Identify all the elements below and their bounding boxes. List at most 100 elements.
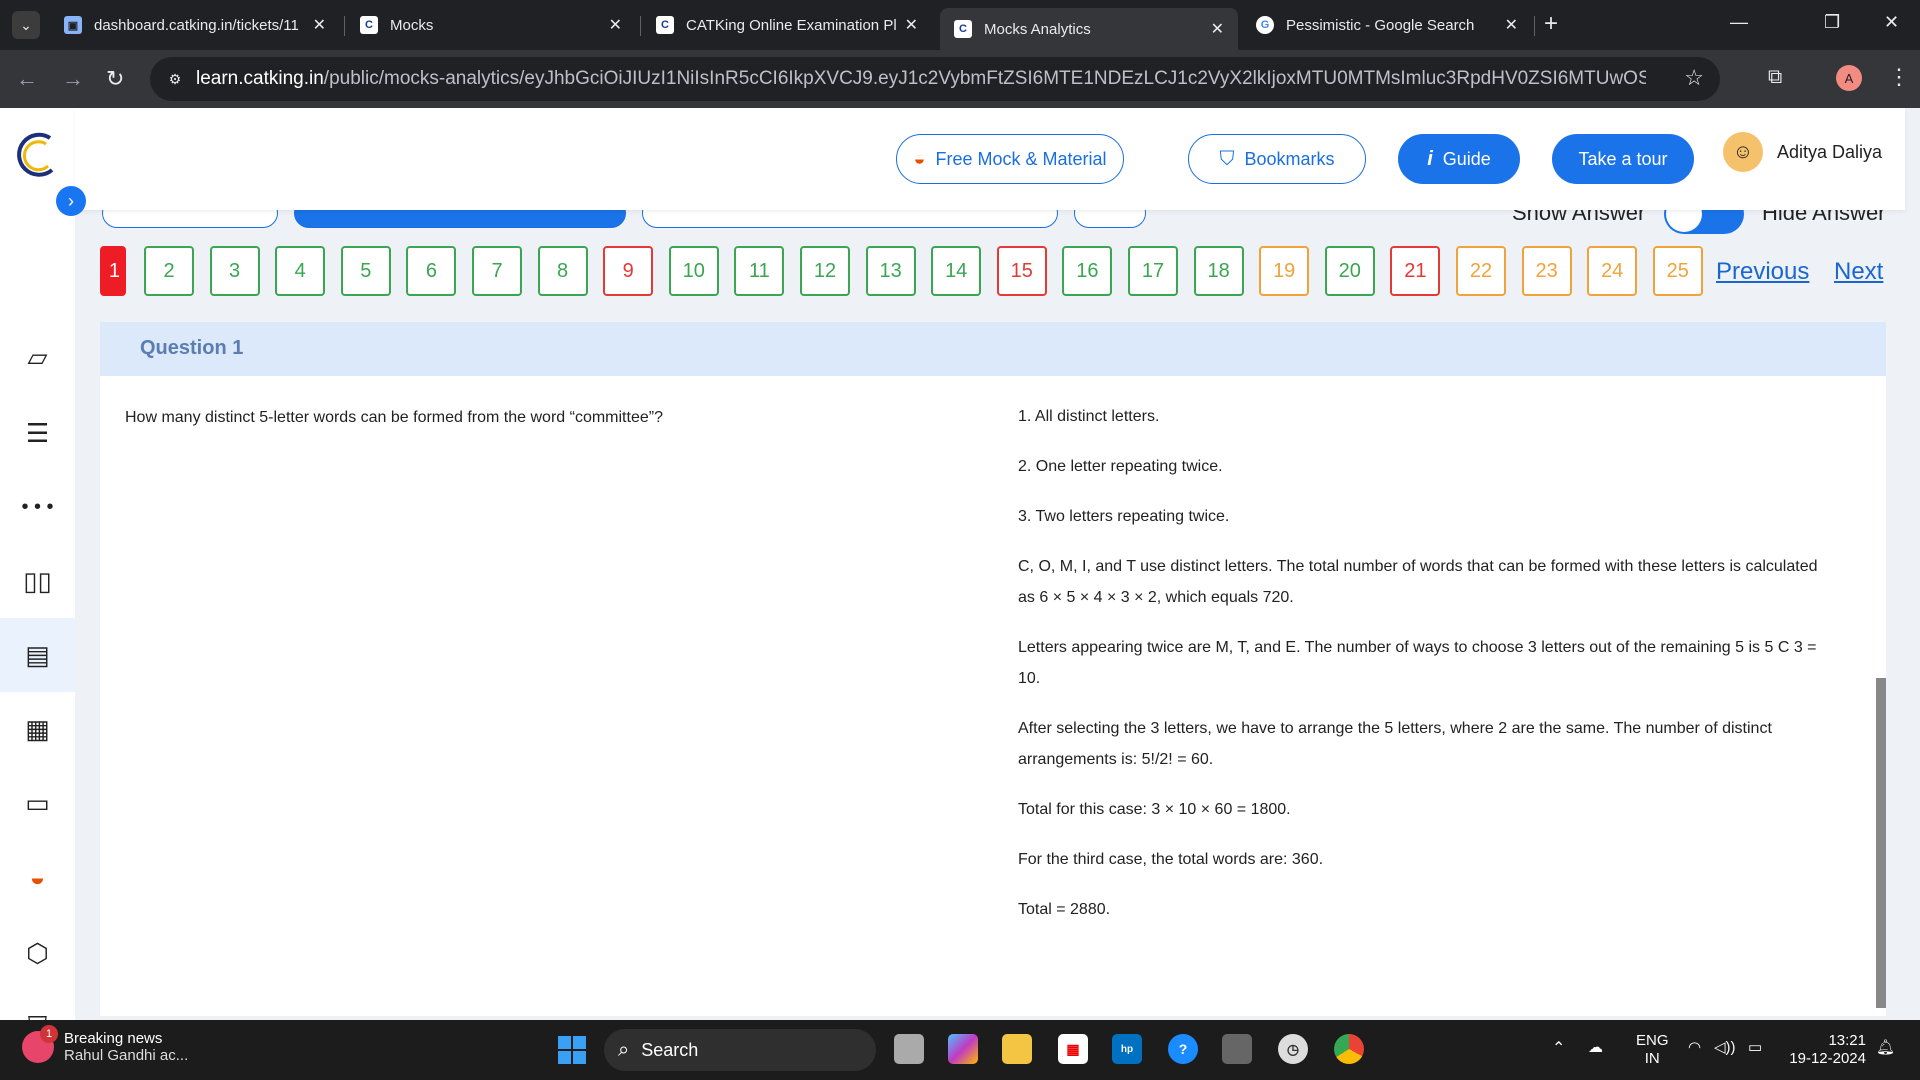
question-button[interactable]: 4	[275, 246, 326, 296]
sidebar-exam-icon[interactable]: ▱	[0, 320, 75, 394]
question-button[interactable]: 23	[1521, 246, 1572, 296]
site-settings-icon[interactable]: ⚙	[164, 68, 186, 90]
question-button[interactable]: 12	[800, 246, 850, 296]
question-button[interactable]: 9	[603, 246, 654, 296]
free-mock-button[interactable]: ◒ Free Mock & Material	[896, 134, 1124, 184]
catking-logo-icon[interactable]	[10, 130, 60, 180]
browser-tab[interactable]: C Mocks ✕	[346, 8, 636, 42]
reload-icon[interactable]: ↻	[106, 66, 124, 92]
question-button[interactable]: 17	[1128, 246, 1178, 296]
question-button[interactable]: 24	[1587, 246, 1638, 296]
previous-link[interactable]: Previous	[1716, 258, 1809, 286]
profile-avatar[interactable]: A	[1836, 65, 1862, 91]
scrollbar-thumb[interactable]	[1876, 678, 1886, 1008]
sidebar-ebook-icon[interactable]: ▭	[0, 766, 75, 840]
calculator-icon[interactable]	[1222, 1034, 1252, 1064]
question-button[interactable]: 5	[340, 246, 391, 296]
close-tab-icon[interactable]: ✕	[313, 15, 326, 35]
time: 13:21	[1828, 1032, 1866, 1049]
wifi-icon[interactable]: ◠	[1688, 1038, 1701, 1056]
hp-icon[interactable]: hp	[1112, 1034, 1142, 1064]
question-button[interactable]: 14	[931, 246, 982, 296]
question-button[interactable]: 7	[472, 246, 522, 296]
sidebar-analytics-icon[interactable]: ▤	[0, 618, 75, 692]
extensions-icon[interactable]: ⧉	[1768, 66, 1782, 89]
solution-line: C, O, M, I, and T use distinct letters. …	[1018, 558, 1818, 606]
question-button[interactable]: 20	[1324, 246, 1375, 296]
tab-title: CATKing Online Examination Pl	[686, 16, 897, 34]
question-button[interactable]: 19	[1259, 246, 1310, 296]
guide-button[interactable]: i Guide	[1398, 134, 1520, 184]
sidebar-pages-icon[interactable]: ⬡	[0, 916, 75, 990]
taskbar-search[interactable]: ⌕ Search	[604, 1029, 876, 1071]
question-button[interactable]: 21	[1390, 246, 1441, 296]
browser-tab-active[interactable]: C Mocks Analytics ✕	[940, 8, 1238, 50]
volume-icon[interactable]: ◁))	[1714, 1038, 1736, 1056]
copilot-icon[interactable]	[948, 1034, 978, 1064]
sidebar-expand-icon[interactable]: ›	[56, 186, 86, 216]
user-menu[interactable]: ☺ Aditya Daliya	[1723, 132, 1882, 172]
info-icon: i	[1427, 147, 1433, 170]
sidebar-list-icon[interactable]: ☰	[0, 396, 75, 470]
battery-icon[interactable]: ▭	[1748, 1038, 1762, 1056]
notification-bell-icon[interactable]: 🔔︎	[1876, 1038, 1895, 1056]
browser-tab[interactable]: G Pessimistic - Google Search ✕	[1242, 8, 1532, 42]
solution-scrollbar[interactable]	[1876, 378, 1886, 1014]
onedrive-icon[interactable]: ☁	[1588, 1038, 1603, 1056]
clock-icon[interactable]: ◷	[1278, 1034, 1308, 1064]
address-bar[interactable]: ⚙ learn.catking.in/public/mocks-analytic…	[150, 57, 1720, 101]
language-indicator[interactable]: ENG IN	[1636, 1032, 1669, 1068]
tray-chevron-icon[interactable]: ⌃	[1552, 1038, 1565, 1058]
file-explorer-icon[interactable]	[1002, 1034, 1032, 1064]
question-button[interactable]: 15	[996, 246, 1047, 296]
minimize-icon[interactable]: —	[1730, 12, 1748, 33]
start-icon[interactable]	[558, 1036, 586, 1064]
take-a-tour-button[interactable]: Take a tour	[1552, 134, 1694, 184]
task-view-icon[interactable]	[894, 1034, 924, 1064]
forward-icon[interactable]: →	[62, 66, 84, 92]
close-tab-icon[interactable]: ✕	[1505, 15, 1518, 35]
chrome-icon[interactable]	[1334, 1034, 1364, 1064]
help-icon[interactable]: ?	[1168, 1034, 1198, 1064]
clock[interactable]: 13:21 19-12-2024	[1784, 1032, 1866, 1068]
bookmarks-button[interactable]: ⛉ Bookmarks	[1188, 134, 1366, 184]
solution-line: Total = 2880.	[1018, 901, 1111, 918]
bookmark-star-icon[interactable]: ☆	[1684, 65, 1704, 91]
page-icon: ▣	[64, 16, 82, 34]
sidebar-classroom-icon[interactable]: ▦	[0, 692, 75, 766]
restore-icon[interactable]: ❐	[1824, 12, 1840, 33]
close-tab-icon[interactable]: ✕	[905, 15, 918, 35]
solution-line: Letters appearing twice are M, T, and E.…	[1018, 639, 1817, 687]
news-widget[interactable]: 1 Breaking news Rahul Gandhi ac...	[22, 1025, 188, 1064]
browser-tab[interactable]: ▣ dashboard.catking.in/tickets/11 ✕	[50, 8, 340, 42]
question-button-current[interactable]: 1	[100, 246, 126, 296]
question-button[interactable]: 22	[1456, 246, 1506, 296]
new-tab-icon[interactable]: +	[1544, 10, 1558, 38]
browser-tab[interactable]: C CATKing Online Examination Pl ✕	[642, 8, 932, 42]
question-body: How many distinct 5-letter words can be …	[100, 376, 1886, 1016]
question-button[interactable]: 3	[209, 246, 260, 296]
window-close-icon[interactable]: ✕	[1884, 12, 1899, 33]
browser-menu-icon[interactable]: ⋮	[1888, 64, 1910, 90]
back-icon[interactable]: ←	[16, 66, 38, 92]
next-link[interactable]: Next	[1834, 258, 1883, 286]
question-button[interactable]: 18	[1193, 246, 1244, 296]
question-button[interactable]: 16	[1062, 246, 1113, 296]
sidebar-diya-icon[interactable]: ◒	[0, 840, 75, 914]
tab-search-dropdown-icon[interactable]: ⌄	[12, 11, 40, 39]
search-icon: ⌕	[618, 1038, 630, 1061]
question-button[interactable]: 13	[865, 246, 916, 296]
question-button[interactable]: 10	[668, 246, 719, 296]
url-text[interactable]: learn.catking.in/public/mocks-analytics/…	[196, 68, 1646, 90]
sidebar-more-icon[interactable]: • • •	[0, 470, 75, 544]
question-button[interactable]: 2	[144, 246, 194, 296]
question-button[interactable]: 11	[734, 246, 785, 296]
sidebar-columns-icon[interactable]: ▯▯	[0, 544, 75, 618]
close-tab-icon[interactable]: ✕	[1211, 19, 1224, 39]
question-button[interactable]: 6	[406, 246, 457, 296]
store-icon[interactable]: ▦	[1058, 1034, 1088, 1064]
tab-title: Mocks Analytics	[984, 20, 1091, 38]
close-tab-icon[interactable]: ✕	[609, 15, 622, 35]
question-button[interactable]: 8	[537, 246, 588, 296]
question-button[interactable]: 25	[1652, 246, 1703, 296]
